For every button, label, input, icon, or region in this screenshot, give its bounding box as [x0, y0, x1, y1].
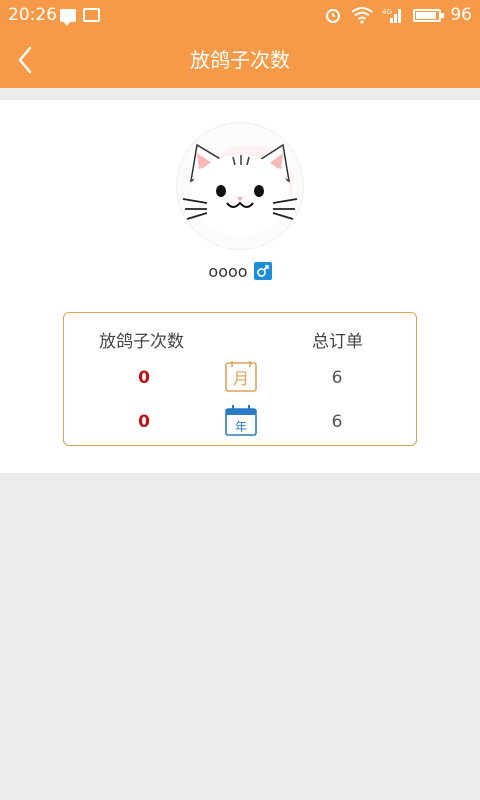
status-indicators: 4G 96 — [324, 5, 472, 25]
year-label: 年 — [235, 420, 247, 434]
month-total-orders: 6 — [331, 368, 343, 388]
image-icon — [83, 8, 100, 22]
year-total-orders: 6 — [331, 412, 343, 432]
month-no-show-count: 0 — [138, 368, 150, 388]
stats-box: 放鸽子次数 总订单 0 月 6 0 年 6 — [63, 312, 417, 446]
total-orders-header: 总订单 — [312, 332, 363, 352]
user-info: oooo — [0, 260, 480, 282]
signal-icon: 4G — [382, 8, 402, 23]
back-button[interactable] — [10, 42, 50, 78]
year-calendar-icon: 年 — [224, 403, 258, 437]
battery-level: 96 — [450, 5, 472, 25]
year-no-show-count: 0 — [138, 412, 150, 432]
alarm-icon — [326, 9, 341, 23]
male-symbol-icon — [256, 265, 269, 277]
app-header: 放鸽子次数 — [0, 32, 480, 88]
username: oooo — [208, 261, 248, 281]
wifi-icon — [351, 7, 373, 24]
page-title: 放鸽子次数 — [190, 48, 290, 72]
status-bar: 20:26 4G 96 — [0, 0, 480, 32]
male-icon — [253, 262, 272, 280]
battery-icon — [413, 8, 445, 22]
svg-text:4G: 4G — [382, 8, 392, 16]
section-divider — [0, 88, 480, 100]
no-show-count-header: 放鸽子次数 — [99, 332, 184, 352]
message-icon — [60, 9, 76, 26]
cat-avatar-icon — [182, 143, 298, 235]
status-time: 20:26 — [8, 5, 57, 25]
profile-card: oooo 放鸽子次数 总订单 0 月 6 0 年 6 — [0, 100, 480, 473]
chevron-left-icon — [18, 46, 32, 74]
avatar[interactable] — [176, 122, 304, 250]
month-label: 月 — [233, 369, 249, 388]
month-calendar-icon: 月 — [224, 359, 258, 393]
